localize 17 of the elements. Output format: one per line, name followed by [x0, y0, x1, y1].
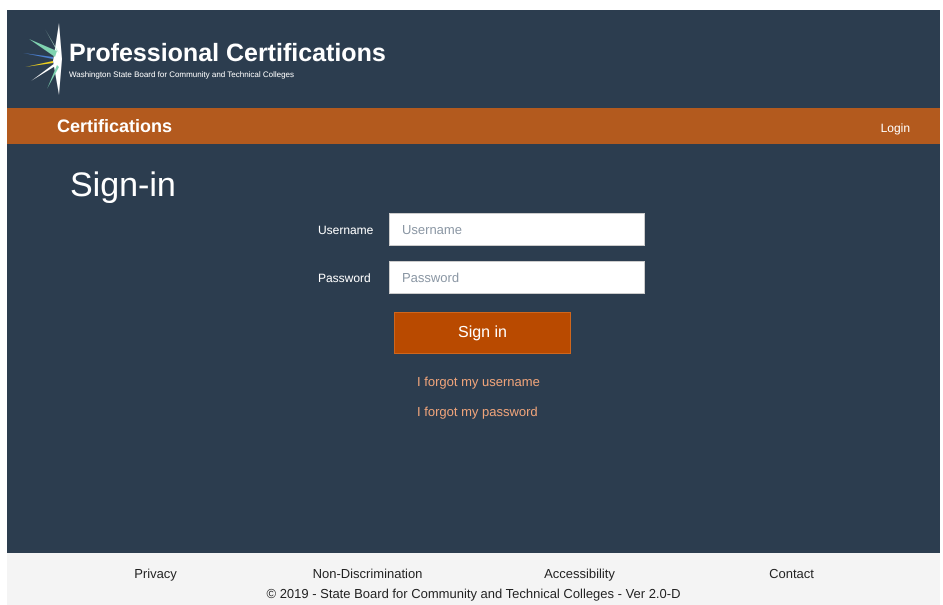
forgot-link[interactable]: I forgot my username	[417, 374, 540, 389]
input-field[interactable]: Password	[389, 261, 645, 294]
field-label: Username	[318, 222, 374, 236]
footer-link[interactable]: Privacy	[134, 566, 177, 581]
site-subtitle: Washington State Board for Community and Technical Colleges	[69, 70, 296, 79]
forgot-link[interactable]: I forgot my password	[417, 404, 538, 419]
footer-link[interactable]: Contact	[769, 566, 814, 581]
login-link[interactable]: Login	[880, 120, 910, 134]
page-title: Sign-in	[70, 166, 177, 205]
sign-in-button[interactable]: Sign in	[394, 312, 571, 354]
footer-link[interactable]: Accessibility	[544, 566, 615, 581]
field-label: Password	[318, 270, 372, 284]
copyright-text: © 2019 - State Board for Community and Technical Colleges - Ver 2.0-D	[266, 586, 680, 601]
site-title: Professional Certifications	[69, 39, 386, 68]
brand-link[interactable]: Certifications	[57, 116, 172, 136]
footer-link[interactable]: Non-Discrimination	[312, 566, 422, 581]
input-field[interactable]: Username	[389, 213, 645, 246]
